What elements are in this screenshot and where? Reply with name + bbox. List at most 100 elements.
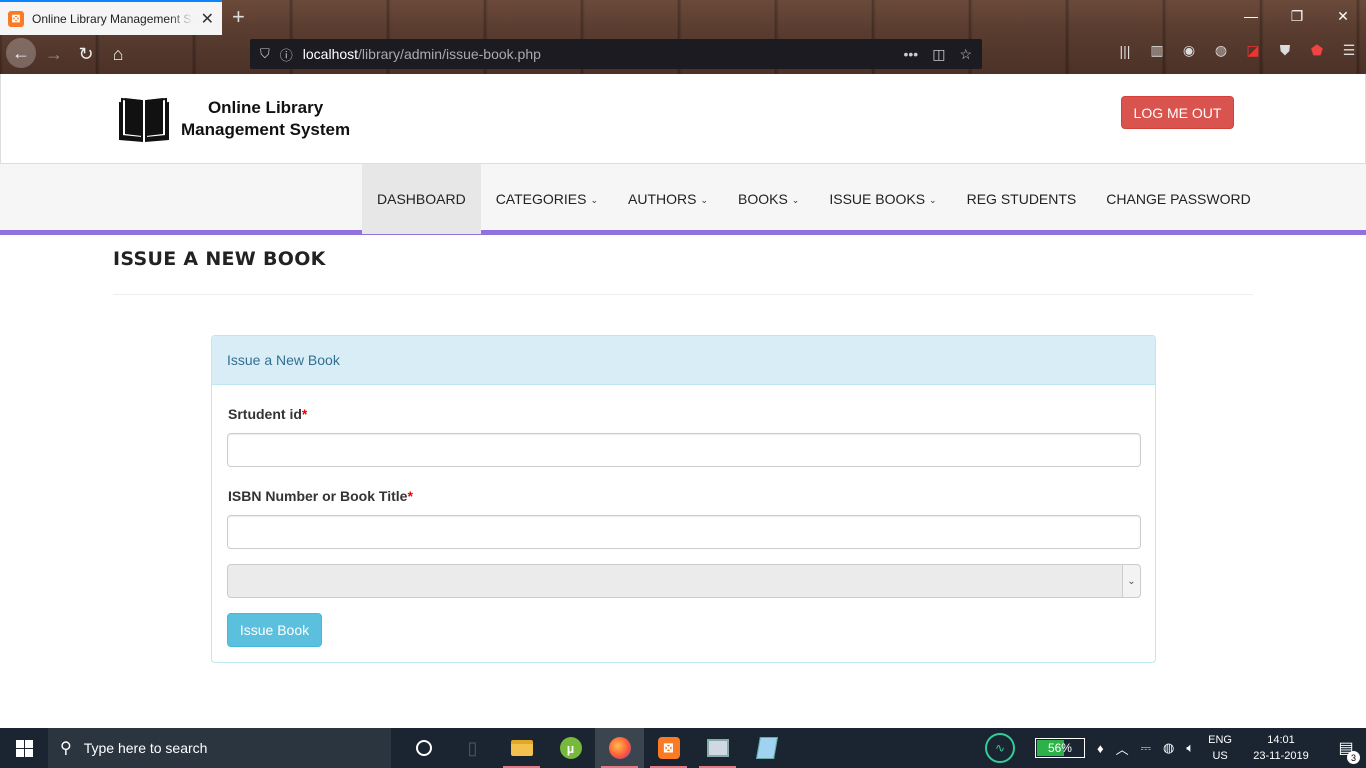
main-menu: DASHBOARD CATEGORIES ⌄ AUTHORS ⌄ BOOKS ⌄ ISSUE … [0,164,1366,235]
chevron-up-icon[interactable]: ︿ [1116,739,1129,758]
menu-item-label: CATEGORIES [495,191,587,207]
windows-icon [15,739,33,757]
activity-monitor-icon[interactable]: ∿ [984,733,1015,763]
menu-item-categories[interactable]: CATEGORIES ⌄ [481,164,613,234]
taskbar-search[interactable]: ⚲ Type here to search [48,728,391,768]
sidebar-icon[interactable]: ▥ [1148,42,1166,59]
restore-icon[interactable]: ❐ [1274,0,1320,32]
chevron-down-icon[interactable]: ⌄ [1122,565,1140,597]
info-icon[interactable]: ⓘ [280,45,293,64]
clock-date: 23-11-2019 [1253,750,1309,762]
utorrent-icon[interactable]: µ [546,728,595,768]
battery-indicator[interactable]: 56% [1034,738,1085,758]
book-icon [119,97,169,142]
logout-button[interactable]: LOG ME OUT [1121,96,1234,129]
url-host: localhost [302,46,359,62]
browser-toolbar: ||| ▥ ◉ ◍ ◪ ⛊ ⬟ ☰ [1116,42,1358,59]
issue-book-panel: Issue a New Book Srtudent id* ISBN Numbe… [211,335,1156,663]
logo-text: Online Library Management System [181,97,350,141]
language-indicator[interactable]: ENG US [1208,732,1232,764]
clock[interactable]: 14:01 23-11-2019 [1246,732,1316,764]
chevron-down-icon: ⌄ [700,194,708,205]
page-title: ISSUE A NEW BOOK [113,248,326,270]
menu-item-label: ISSUE BOOKS [829,191,926,207]
reload-icon[interactable]: ↻ [72,40,100,68]
logo-line-1: Online Library [207,98,324,117]
menu-item-dashboard[interactable]: DASHBOARD [362,164,481,234]
search-icon: ⚲ [60,740,72,757]
chevron-down-icon: ⌄ [791,194,800,205]
more-icon[interactable]: ••• [903,46,918,63]
monitor-app-icon[interactable] [693,728,742,768]
book-select[interactable]: ⌄ [227,564,1141,598]
menu-item-change-password[interactable]: CHANGE PASSWORD [1091,164,1265,234]
tab-title: Online Library Management System [32,11,193,26]
start-button[interactable] [0,728,48,768]
firefox-icon[interactable] [595,728,644,768]
volume-icon[interactable]: 🔈︎ [1186,740,1194,756]
student-id-label: Srtudent id* [228,406,307,422]
menu-item-label: BOOKS [738,191,788,207]
extension-icon[interactable]: ◪ [1244,42,1262,59]
logo[interactable]: Online Library Management System [117,94,350,144]
flame-icon[interactable]: ♦ [1097,741,1104,756]
browser-tab[interactable]: ⊠ Online Library Management System ✕ [0,0,222,35]
xampp-taskbar-icon[interactable]: ⊠ [644,728,693,768]
student-id-label-text: Srtudent id [228,406,302,422]
isbn-input[interactable] [227,515,1141,549]
pocket-icon[interactable]: ◫ [932,46,945,63]
menu-item-label: CHANGE PASSWORD [1106,191,1251,207]
bookmark-star-icon[interactable]: ☆ [959,46,972,63]
notification-count: 3 [1347,751,1360,764]
language-code: ENG [1208,734,1232,746]
window-controls: — ❐ ✕ [1228,0,1366,32]
privacy-icon[interactable]: ⛊ [1276,42,1294,59]
home-icon[interactable]: ⌂ [104,40,132,68]
menu-item-reg-students[interactable]: REG STUDENTS [952,164,1092,234]
chevron-down-icon: ⌄ [590,194,598,205]
forward-icon[interactable]: → [40,40,68,68]
cortana-icon[interactable] [399,728,448,768]
network-icon[interactable]: ◍ [1163,740,1174,756]
back-icon[interactable]: ← [6,38,36,68]
taskbar: ⚲ Type here to search ▯ µ ⊠ ∿ 56% ♦ ︿ ⎓ … [0,728,1366,768]
power-icon[interactable]: ⎓ [1141,740,1151,756]
shield-icon[interactable]: ⛉ [260,46,270,62]
close-icon[interactable]: ✕ [201,9,214,29]
site-header: Online Library Management System LOG ME … [0,74,1366,164]
menu-item-issue-books[interactable]: ISSUE BOOKS ⌄ [814,164,951,234]
url-bar[interactable]: ⛉ ⓘ localhost/library/admin/issue-book.p… [250,39,982,69]
taskbar-apps: ▯ µ ⊠ [399,728,791,768]
notepad-icon[interactable] [742,728,791,768]
menu-item-label: AUTHORS [628,191,697,207]
clock-time: 14:01 [1267,734,1295,746]
issue-book-button[interactable]: Issue Book [227,613,322,647]
chevron-down-icon: ⌄ [929,194,937,205]
divider [113,294,1253,295]
account-icon[interactable]: ◉ [1180,42,1198,59]
required-mark: * [301,406,308,422]
file-explorer-icon[interactable] [497,728,546,768]
student-id-input[interactable] [227,433,1141,467]
required-mark: * [407,488,413,504]
menu-icon[interactable]: ☰ [1340,42,1358,59]
new-tab-icon[interactable]: + [232,4,245,30]
minimize-icon[interactable]: — [1228,0,1274,32]
browser-chrome: ⊠ Online Library Management System ✕ + —… [0,0,1366,74]
isbn-label-text: ISBN Number or Book Title [228,488,408,504]
url-text[interactable]: localhost/library/admin/issue-book.php [303,46,541,62]
notification-center-icon[interactable]: ▤ 3 [1326,738,1366,764]
menu-item-authors[interactable]: AUTHORS ⌄ [613,164,723,234]
task-view-icon[interactable]: ▯ [448,728,497,768]
url-path: /library/admin/issue-book.php [358,46,541,62]
menu-item-books[interactable]: BOOKS ⌄ [723,164,814,234]
battery-percent: 56% [1047,741,1072,755]
search-placeholder: Type here to search [83,740,208,756]
menu-item-label: DASHBOARD [377,191,466,207]
logo-line-2: Management System [181,120,351,139]
globe-icon[interactable]: ◍ [1212,42,1230,59]
library-icon[interactable]: ||| [1116,43,1134,59]
adblock-icon[interactable]: ⬟ [1308,42,1326,59]
window-close-icon[interactable]: ✕ [1320,0,1366,32]
panel-heading: Issue a New Book [212,336,1155,385]
